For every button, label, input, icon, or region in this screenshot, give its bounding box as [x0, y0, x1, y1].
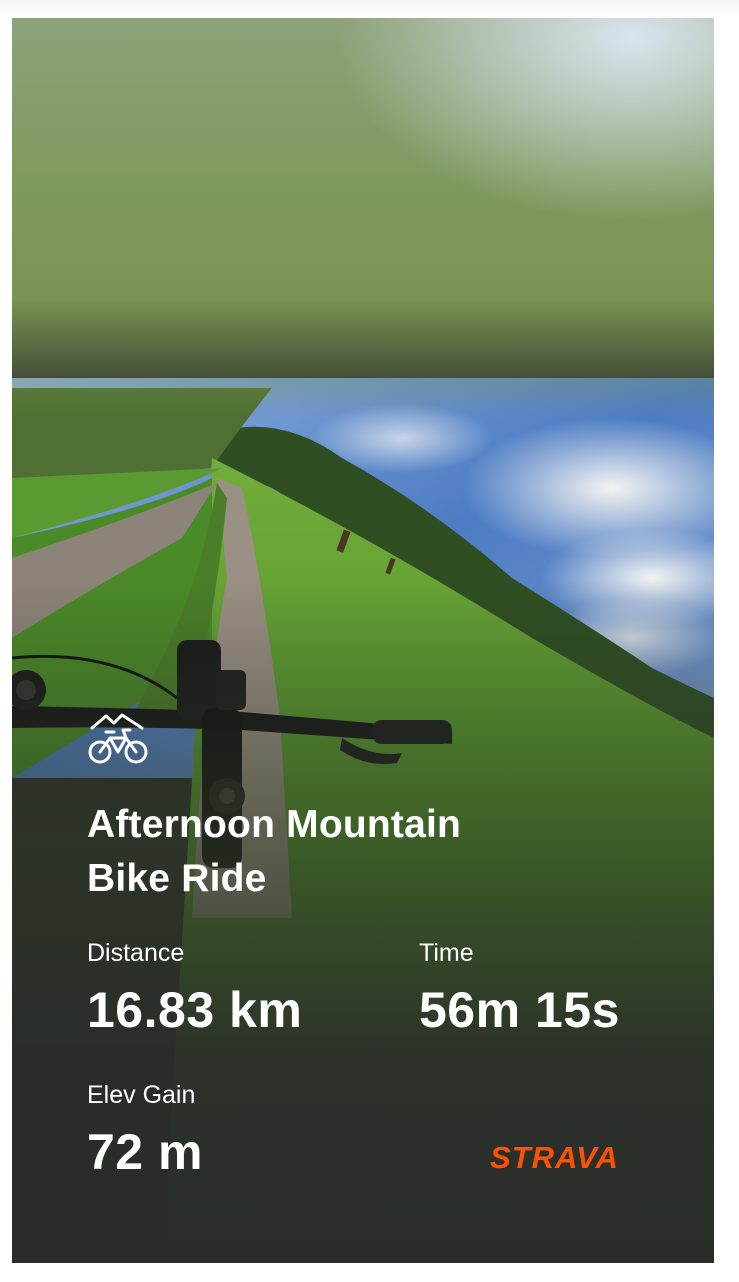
elev-gain-label: Elev Gain: [87, 1081, 196, 1109]
activity-title-line1: Afternoon Mountain: [87, 803, 462, 846]
mountain-bike-icon: [88, 713, 148, 764]
strava-logo: STRAVA: [490, 1140, 619, 1175]
activity-title: Afternoon Mountain Bike Ride: [87, 798, 647, 906]
activity-title-line2: Bike Ride: [87, 857, 267, 900]
activity-share-card: Afternoon Mountain Bike Ride Distance 16…: [12, 18, 714, 1263]
blurred-photo-top: [12, 18, 714, 418]
elev-gain-value: 72 m: [87, 1124, 203, 1180]
time-value: 56m 15s: [419, 982, 620, 1038]
distance-label: Distance: [87, 939, 185, 967]
page: Afternoon Mountain Bike Ride Distance 16…: [0, 0, 739, 1282]
top-edge: [0, 0, 739, 18]
time-label: Time: [419, 939, 474, 967]
distance-value: 16.83 km: [87, 982, 303, 1038]
